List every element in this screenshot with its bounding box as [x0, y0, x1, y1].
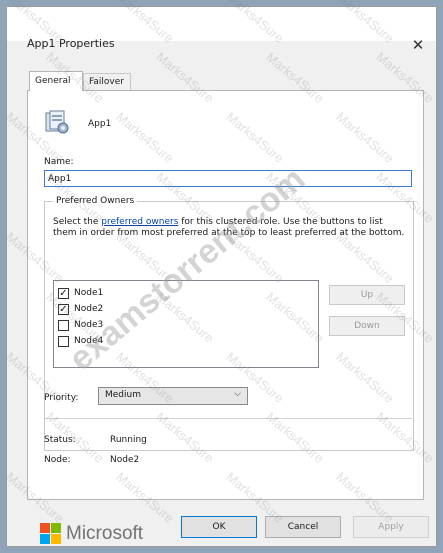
tab-general[interactable]: General	[29, 71, 83, 91]
microsoft-wordmark: Microsoft	[66, 523, 144, 544]
status-value: Running	[110, 435, 147, 445]
preferred-owners-group: Preferred Owners Select the preferred ow…	[44, 196, 414, 451]
title-bar	[7, 7, 436, 41]
list-item-node4[interactable]: Node4	[58, 333, 103, 349]
microsoft-squares-icon	[40, 523, 62, 545]
name-label: Name:	[44, 157, 74, 167]
node1-label: Node1	[74, 288, 104, 298]
preferred-owners-description: Select the preferred owners for this clu…	[53, 217, 405, 239]
priority-label: Priority:	[44, 393, 79, 403]
node2-label: Node2	[74, 304, 104, 314]
node-value: Node2	[110, 455, 140, 465]
status-label: Status:	[44, 435, 76, 445]
name-input[interactable]	[44, 170, 412, 187]
preferred-owners-title: Preferred Owners	[53, 196, 138, 206]
priority-select[interactable]: Medium ⌵	[98, 387, 248, 405]
down-button[interactable]: Down	[329, 316, 405, 336]
up-button[interactable]: Up	[329, 285, 405, 305]
microsoft-logo: Microsoft	[40, 522, 143, 546]
ok-button[interactable]: OK	[181, 516, 257, 538]
general-tab-panel: App1 Name: Preferred Owners Select the p…	[27, 90, 424, 500]
priority-value: Medium	[105, 390, 141, 400]
clustered-role-icon	[45, 110, 69, 134]
tab-failover[interactable]: Failover	[83, 73, 131, 91]
list-item-node3[interactable]: Node3	[58, 317, 103, 333]
divider	[44, 418, 412, 419]
description-text-start: Select the	[53, 217, 102, 227]
cancel-button[interactable]: Cancel	[265, 516, 341, 538]
preferred-owners-link[interactable]: preferred owners	[101, 217, 178, 227]
chevron-down-icon: ⌵	[234, 389, 241, 399]
preferred-owners-list: ✓ Node1 ✓ Node2 Node3 Node4	[53, 280, 319, 368]
node-label: Node:	[44, 455, 71, 465]
checkbox-node1[interactable]: ✓	[58, 287, 69, 299]
apply-button[interactable]: Apply	[353, 516, 429, 538]
list-item-node1[interactable]: ✓ Node1	[58, 285, 103, 301]
app1-properties-dialog: App1 Properties ✕ General Failover App1 …	[6, 6, 437, 547]
role-name: App1	[88, 119, 112, 129]
list-item-node2[interactable]: ✓ Node2	[58, 301, 103, 317]
checkbox-node3[interactable]	[58, 319, 69, 331]
node4-label: Node4	[74, 336, 104, 346]
window-title: App1 Properties	[27, 37, 115, 50]
checkbox-node2[interactable]: ✓	[58, 303, 69, 315]
node3-label: Node3	[74, 320, 104, 330]
close-icon[interactable]: ✕	[408, 35, 428, 55]
checkbox-node4[interactable]	[58, 335, 69, 347]
